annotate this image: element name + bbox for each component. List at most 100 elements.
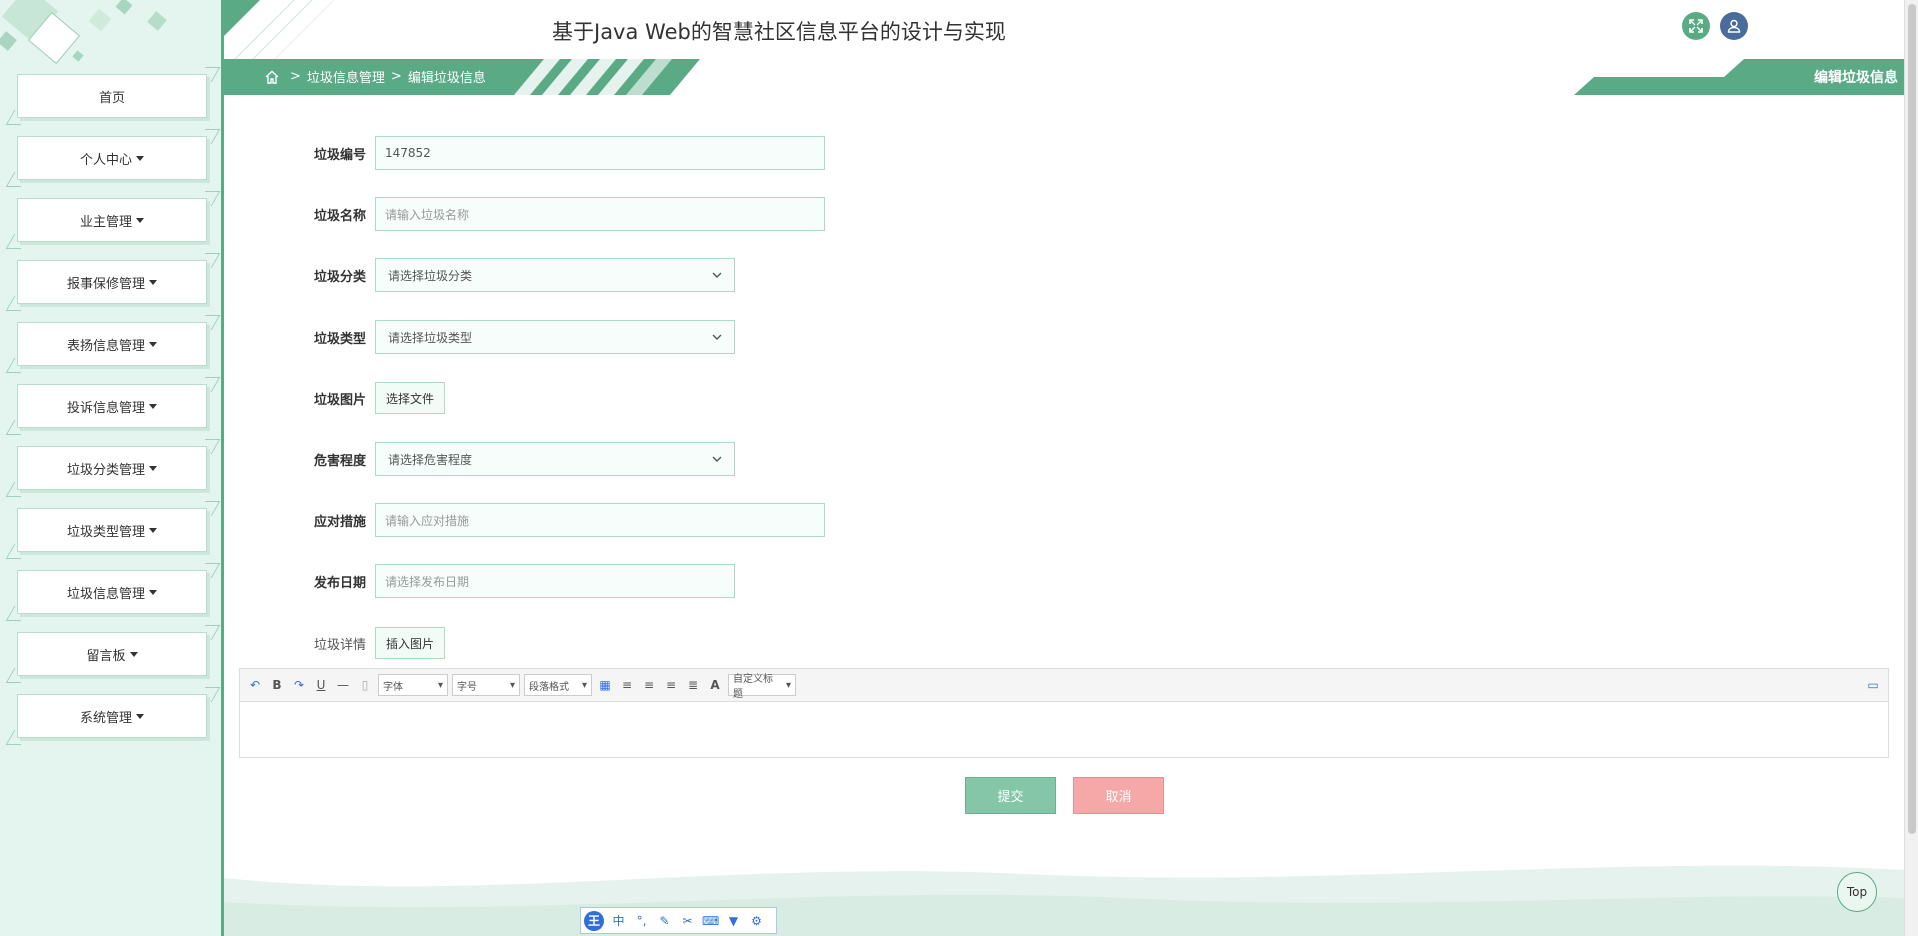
breadcrumb-level1[interactable]: 垃圾信息管理 [307,67,385,86]
sidebar-item-garbage-info-management[interactable]: 垃圾信息管理 [17,570,207,614]
section-title: 编辑垃圾信息 [1814,70,1898,86]
custom-title-value: 自定义标题 [733,674,773,700]
sidebar-decoration [0,0,167,65]
chevron-down-icon [712,334,722,340]
hazard-level-select[interactable]: 请选择危害程度 [375,442,735,476]
form-row-garbage-detail: 垃圾详情 插入图片 [300,627,446,659]
scrollbar-thumb[interactable] [1908,4,1916,834]
font-size-value: 字号 [457,681,477,693]
sidebar-item-label: 表扬信息管理 [66,338,145,354]
form-row-garbage-category: 垃圾分类 请选择垃圾分类 [300,258,735,292]
ime-language-toggle[interactable]: 中 [610,912,627,929]
home-icon[interactable] [264,69,280,85]
form-row-garbage-name: 垃圾名称 请输入垃圾名称 [300,197,825,231]
chevron-down-icon [712,272,722,278]
ime-punctuation-toggle[interactable]: °, [633,914,650,928]
caret-down-icon [149,465,157,471]
sidebar-item-label: 系统管理 [79,710,132,726]
ime-toolbar: 王 中 °, ✎ ✂ ⌨ ▼ ⚙ [580,907,777,934]
bold-icon[interactable]: B [268,676,286,694]
sidebar-item-label: 垃圾类型管理 [66,524,145,540]
pen-icon[interactable]: ✎ [656,914,673,928]
redo-icon[interactable]: ↷ [290,676,308,694]
sidebar-item-message-board[interactable]: 留言板 [17,632,207,676]
sidebar-item-label: 业主管理 [79,214,132,230]
align-left-icon[interactable]: ≡ [618,676,636,694]
fullscreen-button[interactable] [1682,12,1710,40]
sidebar-item-personal-center[interactable]: 个人中心 [17,136,207,180]
breadcrumb-separator: > [390,69,402,84]
scissors-icon[interactable]: ✂ [679,914,696,928]
gear-icon[interactable]: ⚙ [748,914,765,928]
dropdown-arrow-icon: ▾ [509,679,515,691]
sidebar-item-repair-management[interactable]: 报事保修管理 [17,260,207,304]
sidebar-item-system-management[interactable]: 系统管理 [17,694,207,738]
submit-button[interactable]: 提交 [965,777,1056,814]
caret-down-icon [129,651,138,657]
countermeasure-label: 应对措施 [313,514,366,530]
paragraph-dropdown[interactable]: 段落格式 ▾ [524,674,592,696]
sidebar-item-garbage-category-management[interactable]: 垃圾分类管理 [17,446,207,490]
rich-text-editor[interactable]: ↶ B ↷ U — ▯ 字体 ▾ 字号 ▾ 段落格式 ▾ ▦ ≡ ≡ ≡ ≣ A 自定… [239,668,1889,758]
back-to-top-button[interactable]: Top [1837,872,1877,912]
font-family-value: 字体 [383,681,403,693]
garbage-id-input[interactable]: 147852 [375,136,825,170]
breadcrumb-level2: 编辑垃圾信息 [407,71,486,86]
custom-title-dropdown[interactable]: 自定义标题 ▾ [728,674,796,700]
shirt-icon[interactable]: ▼ [725,914,742,928]
font-size-dropdown[interactable]: 字号 ▾ [452,674,520,696]
user-button[interactable] [1720,12,1748,40]
ime-logo-icon[interactable]: 王 [584,910,604,931]
sidebar-item-home[interactable]: 首页 [17,74,207,118]
page-scrollbar[interactable] [1904,0,1918,936]
sidebar-item-label: 垃圾分类管理 [66,462,145,478]
caret-down-icon [149,589,157,595]
align-center-icon[interactable]: ≡ [662,676,680,694]
align-justify-icon[interactable]: ≣ [684,676,702,694]
hazard-level-label: 危害程度 [313,453,366,469]
garbage-type-select[interactable]: 请选择垃圾类型 [375,320,735,354]
garbage-category-select[interactable]: 请选择垃圾分类 [375,258,735,292]
sidebar-item-label: 垃圾信息管理 [66,586,145,602]
caret-down-icon [136,155,144,161]
garbage-category-label: 垃圾分类 [313,269,366,285]
dropdown-arrow-icon: ▾ [581,679,587,691]
font-color-icon[interactable]: A [706,676,724,694]
editor-toolbar: ↶ B ↷ U — ▯ 字体 ▾ 字号 ▾ 段落格式 ▾ ▦ ≡ ≡ ≡ ≣ A 自定… [240,669,1888,702]
garbage-id-label: 垃圾编号 [313,147,366,163]
table-icon[interactable]: ▦ [596,676,614,694]
paste-icon[interactable]: ▯ [356,676,374,694]
form-row-garbage-id: 垃圾编号 147852 [300,136,825,170]
dropdown-arrow-icon: ▾ [785,679,791,691]
undo-icon[interactable]: ↶ [246,676,264,694]
sidebar: 首页 个人中心 业主管理 报事保修管理 表扬信息管理 投诉信息管理 垃圾分类管理… [0,0,224,936]
sidebar-item-owner-management[interactable]: 业主管理 [17,198,207,242]
sidebar-item-garbage-type-management[interactable]: 垃圾类型管理 [17,508,207,552]
dropdown-arrow-icon: ▾ [437,679,443,691]
caret-down-icon [136,217,144,223]
source-code-icon[interactable]: ▭ [1864,676,1882,694]
underline-icon[interactable]: U [312,676,330,694]
choose-file-button[interactable]: 选择文件 [375,382,446,414]
sidebar-item-praise-management[interactable]: 表扬信息管理 [17,322,207,366]
font-family-dropdown[interactable]: 字体 ▾ [378,674,448,696]
caret-down-icon [149,403,157,409]
garbage-name-input[interactable]: 请输入垃圾名称 [375,197,825,231]
align-right-icon[interactable]: ≡ [640,676,658,694]
insert-image-button[interactable]: 插入图片 [375,627,446,659]
cancel-button[interactable]: 取消 [1073,777,1164,814]
garbage-detail-label: 垃圾详情 [313,637,366,653]
sidebar-item-label: 首页 [98,90,125,106]
sidebar-item-label: 留言板 [86,648,126,664]
sidebar-item-complaint-management[interactable]: 投诉信息管理 [17,384,207,428]
garbage-type-label: 垃圾类型 [313,331,366,347]
garbage-category-selected: 请选择垃圾分类 [388,268,473,283]
garbage-image-label: 垃圾图片 [313,392,366,408]
keyboard-icon[interactable]: ⌨ [702,914,719,928]
sidebar-item-label: 投诉信息管理 [66,400,145,416]
horizontal-rule-icon[interactable]: — [334,676,352,694]
publish-date-input[interactable]: 请选择发布日期 [375,564,735,598]
countermeasure-input[interactable]: 请输入应对措施 [375,503,825,537]
page-title: 基于Java Web的智慧社区信息平台的设计与实现 [552,20,1006,44]
breadcrumb: > 垃圾信息管理 > 编辑垃圾信息 [264,67,486,86]
